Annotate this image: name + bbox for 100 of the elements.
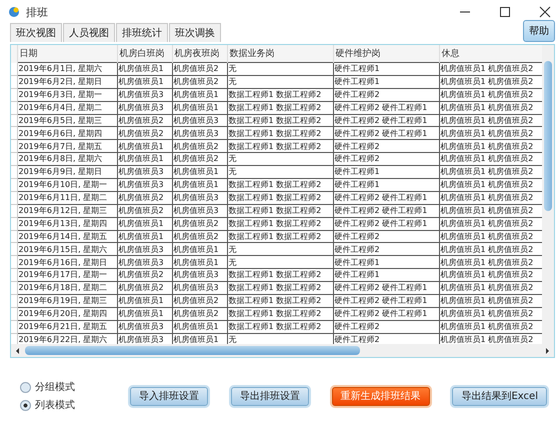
table-cell: 硬件工程师1 xyxy=(333,256,439,269)
table-cell: 硬件工程师2 xyxy=(333,140,439,153)
table-cell: 硬件工程师2 xyxy=(333,320,439,334)
table-cell: 数据工程师1 数据工程师2 xyxy=(227,230,333,243)
table-cell: 2019年6月1日, 星期六 xyxy=(17,62,117,76)
scroll-left-icon[interactable] xyxy=(15,348,21,354)
tab[interactable]: 人员视图 xyxy=(63,23,115,42)
table-cell: 机房值班员3 xyxy=(172,282,227,295)
table-cell: 数据工程师1 数据工程师2 xyxy=(227,282,333,295)
table-cell: 硬件工程师2 硬件工程师1 xyxy=(333,101,439,114)
table-cell: 机房值班员3 xyxy=(117,178,172,192)
table-cell: 2019年6月18日, 星期二 xyxy=(17,282,117,295)
table-cell: 机房值班员1 xyxy=(117,152,172,166)
table-cell: 机房值班员1 xyxy=(117,217,172,230)
table-cell: 机房值班员2 xyxy=(117,126,172,140)
table-cell: 数据工程师1 数据工程师2 xyxy=(227,140,333,153)
table-cell: 硬件工程师2 硬件工程师1 xyxy=(333,204,439,218)
table-cell: 2019年6月20日, 星期四 xyxy=(17,307,117,320)
tab[interactable]: 排班统计 xyxy=(116,23,168,42)
table-cell: 2019年6月12日, 星期三 xyxy=(17,204,117,218)
table-cell: 硬件工程师1 xyxy=(333,62,439,76)
table-cell: 数据工程师1 数据工程师2 xyxy=(227,320,333,334)
mode-radio[interactable]: 列表模式 xyxy=(20,398,130,412)
table-cell: 2019年6月5日, 星期三 xyxy=(17,114,117,127)
table-cell: 2019年6月9日, 星期日 xyxy=(17,166,117,179)
horizontal-scrollbar[interactable] xyxy=(11,344,554,357)
table-cell: 硬件工程师1 xyxy=(333,268,439,282)
table-cell: 2019年6月8日, 星期六 xyxy=(17,152,117,166)
table-cell: 无 xyxy=(227,166,333,179)
scroll-right-icon[interactable] xyxy=(544,348,550,354)
table-cell: 2019年6月16日, 星期日 xyxy=(17,256,117,269)
vertical-scrollbar[interactable] xyxy=(542,45,554,344)
tab[interactable]: 班次视图 xyxy=(10,23,62,42)
tab[interactable]: 班次调换 xyxy=(169,23,221,42)
close-icon[interactable] xyxy=(539,6,551,18)
table-cell: 无 xyxy=(227,152,333,166)
table-cell: 机房值班员3 xyxy=(172,191,227,204)
table-cell: 机房值班员1 xyxy=(172,88,227,102)
table-cell: 机房值班员2 xyxy=(172,217,227,230)
column-header[interactable]: 数据业务岗 xyxy=(227,45,333,62)
table-cell: 硬件工程师2 硬件工程师1 xyxy=(333,282,439,295)
table-cell: 机房值班员1 xyxy=(172,256,227,269)
table-cell: 硬件工程师2 硬件工程师1 xyxy=(333,191,439,204)
table-cell: 数据工程师1 数据工程师2 xyxy=(227,294,333,308)
table-cell: 机房值班员2 xyxy=(172,294,227,308)
table-cell: 机房值班员1 xyxy=(172,166,227,179)
table-cell: 硬件工程师2 xyxy=(333,152,439,166)
table-cell: 机房值班员2 xyxy=(117,114,172,127)
maximize-icon[interactable] xyxy=(499,6,511,18)
action-button[interactable]: 导入排班设置 xyxy=(130,386,208,406)
table-cell: 无 xyxy=(227,256,333,269)
table-cell: 2019年6月2日, 星期日 xyxy=(17,75,117,88)
table-cell: 2019年6月7日, 星期五 xyxy=(17,140,117,153)
table-cell: 机房值班员2 xyxy=(172,62,227,76)
mode-radio[interactable]: 分组模式 xyxy=(20,380,130,394)
table-cell: 硬件工程师2 硬件工程师1 xyxy=(333,307,439,320)
table-cell: 硬件工程师2 xyxy=(333,230,439,243)
action-button[interactable]: 导出排班设置 xyxy=(230,386,309,406)
table-cell: 数据工程师1 数据工程师2 xyxy=(227,101,333,114)
column-header[interactable]: 硬件维护岗 xyxy=(333,45,439,62)
table-cell: 硬件工程师2 硬件工程师1 xyxy=(333,217,439,230)
table-cell: 2019年6月6日, 星期四 xyxy=(17,126,117,140)
table-cell: 硬件工程师1 xyxy=(333,75,439,88)
table-cell: 2019年6月21日, 星期五 xyxy=(17,320,117,334)
table-cell: 机房值班员2 xyxy=(172,307,227,320)
column-header[interactable]: 日期 xyxy=(17,45,117,62)
column-header[interactable]: 机房夜班岗 xyxy=(172,45,227,62)
table-cell: 数据工程师1 数据工程师2 xyxy=(227,114,333,127)
table-cell: 数据工程师1 数据工程师2 xyxy=(227,88,333,102)
table-cell: 机房值班员2 xyxy=(172,75,227,88)
table-cell: 硬件工程师2 硬件工程师1 xyxy=(333,126,439,140)
table-cell: 数据工程师1 数据工程师2 xyxy=(227,191,333,204)
table-cell: 机房值班员3 xyxy=(117,101,172,114)
table-cell: 机房值班员1 xyxy=(172,320,227,334)
table-cell: 机房值班员1 xyxy=(117,75,172,88)
table-cell: 机房值班员2 xyxy=(172,230,227,243)
table-cell: 机房值班员1 xyxy=(172,178,227,192)
column-header[interactable]: 机房白班岗 xyxy=(117,45,172,62)
table-cell: 机房值班员1 xyxy=(117,140,172,153)
table-cell: 硬件工程师1 xyxy=(333,166,439,179)
app-icon xyxy=(8,6,20,18)
action-button[interactable]: 导出结果到Excel xyxy=(452,386,547,406)
table-cell: 数据工程师1 数据工程师2 xyxy=(227,268,333,282)
table-cell: 机房值班员3 xyxy=(117,242,172,256)
table-cell: 机房值班员1 xyxy=(117,294,172,308)
table-cell: 硬件工程师2 xyxy=(333,242,439,256)
table-cell: 2019年6月17日, 星期一 xyxy=(17,268,117,282)
table-cell: 数据工程师1 数据工程师2 xyxy=(227,204,333,218)
table-cell: 数据工程师1 数据工程师2 xyxy=(227,126,333,140)
column-header[interactable]: 休息 xyxy=(439,45,542,62)
table-cell: 机房值班员2 xyxy=(172,140,227,153)
table-cell: 2019年6月14日, 星期五 xyxy=(17,230,117,243)
table-cell: 机房值班员1 xyxy=(117,62,172,76)
table-cell: 硬件工程师1 xyxy=(333,178,439,192)
help-button[interactable]: 帮助 xyxy=(523,20,555,42)
table-cell: 机房值班员3 xyxy=(117,256,172,269)
table-cell: 机房值班员3 xyxy=(117,320,172,334)
table-cell: 机房值班员3 xyxy=(172,114,227,127)
table-cell: 机房值班员2 xyxy=(117,191,172,204)
table-cell: 硬件工程师2 硬件工程师1 xyxy=(333,114,439,127)
